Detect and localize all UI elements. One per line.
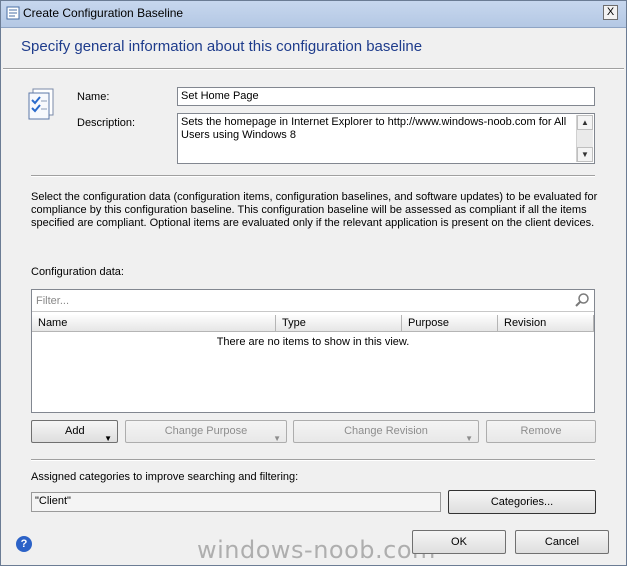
- categories-button-label: Categories...: [490, 496, 554, 508]
- description-textarea[interactable]: Sets the homepage in Internet Explorer t…: [177, 113, 595, 164]
- add-button-label: Add: [65, 425, 85, 437]
- section-divider: [31, 459, 595, 461]
- scroll-down-icon[interactable]: ▼: [577, 147, 593, 162]
- cancel-button[interactable]: Cancel: [515, 530, 609, 554]
- configuration-data-label: Configuration data:: [31, 266, 124, 278]
- chevron-down-icon: ▼: [104, 434, 112, 443]
- page-heading: Specify general information about this c…: [21, 38, 423, 55]
- search-icon[interactable]: [574, 292, 590, 308]
- column-header-revision[interactable]: Revision: [498, 315, 594, 332]
- categories-button[interactable]: Categories...: [448, 490, 596, 514]
- change-revision-button[interactable]: Change Revision ▼: [293, 420, 479, 443]
- remove-button[interactable]: Remove: [486, 420, 596, 443]
- watermark: windows-noob.com: [197, 536, 436, 564]
- empty-list-message: There are no items to show in this view.: [216, 336, 410, 348]
- info-text: Select the configuration data (configura…: [31, 191, 598, 229]
- baseline-icon: [6, 6, 20, 20]
- column-header-purpose[interactable]: Purpose: [402, 315, 498, 332]
- close-icon: X: [606, 6, 615, 18]
- close-button[interactable]: X: [603, 5, 618, 20]
- chevron-down-icon: ▼: [465, 434, 473, 443]
- description-value: Sets the homepage in Internet Explorer t…: [181, 116, 567, 141]
- configuration-data-grid: Filter... Name Type Purpose Revision The…: [31, 289, 595, 413]
- header-divider: [3, 68, 624, 70]
- chevron-down-icon: ▼: [273, 434, 281, 443]
- change-revision-label: Change Revision: [344, 425, 428, 437]
- column-header-name[interactable]: Name: [32, 315, 276, 332]
- dialog-window: Create Configuration Baseline X Specify …: [0, 0, 627, 566]
- filter-placeholder: Filter...: [36, 295, 70, 307]
- name-value: Set Home Page: [181, 90, 259, 102]
- section-divider: [31, 175, 595, 177]
- ok-button-label: OK: [451, 536, 467, 548]
- window-title: Create Configuration Baseline: [23, 6, 184, 20]
- categories-field: "Client": [31, 492, 441, 512]
- categories-label: Assigned categories to improve searching…: [31, 471, 299, 483]
- title-bar: Create Configuration Baseline X: [1, 1, 626, 28]
- ok-button[interactable]: OK: [412, 530, 506, 554]
- scroll-up-icon[interactable]: ▲: [577, 115, 593, 130]
- cancel-button-label: Cancel: [544, 536, 580, 548]
- filter-input[interactable]: Filter...: [32, 290, 594, 312]
- change-purpose-label: Change Purpose: [164, 425, 248, 437]
- description-scrollbar[interactable]: ▲ ▼: [576, 115, 593, 162]
- add-button[interactable]: Add ▼: [31, 420, 118, 443]
- help-icon[interactable]: ?: [16, 536, 32, 552]
- description-label: Description:: [77, 117, 136, 129]
- change-purpose-button[interactable]: Change Purpose ▼: [125, 420, 287, 443]
- categories-value: "Client": [35, 495, 71, 507]
- name-input[interactable]: Set Home Page: [177, 87, 595, 106]
- name-label: Name:: [77, 91, 110, 103]
- column-header-type[interactable]: Type: [276, 315, 402, 332]
- configuration-baseline-icon: [28, 88, 54, 120]
- remove-button-label: Remove: [520, 425, 562, 437]
